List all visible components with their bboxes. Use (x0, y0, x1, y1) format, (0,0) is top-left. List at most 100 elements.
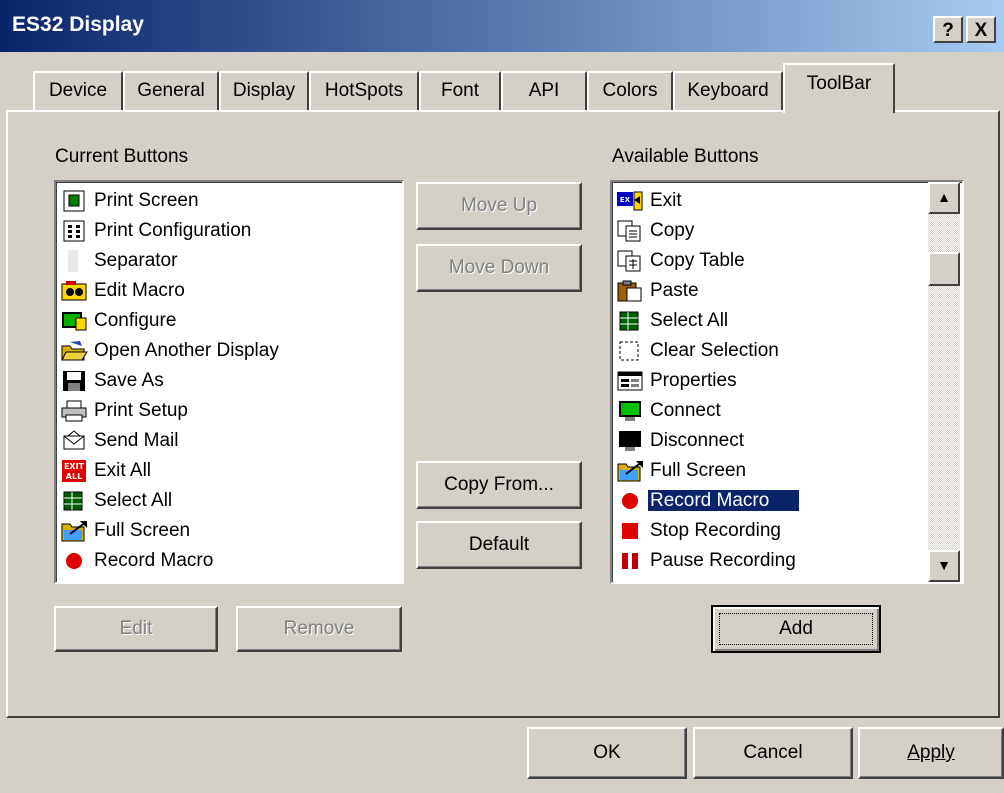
list-item[interactable]: Pause Recording (616, 546, 798, 576)
paste-icon (616, 280, 644, 302)
available-buttons-list[interactable]: EX Exit Copy Copy Table Paste Select All Clear… (610, 180, 964, 584)
configure-icon (60, 310, 88, 332)
svg-text:EXIT: EXIT (64, 462, 85, 471)
list-item-label: Stop Recording (650, 520, 781, 541)
list-item[interactable]: Print Setup (60, 396, 190, 426)
tab-device[interactable]: Device (33, 71, 123, 111)
full-screen-icon (616, 460, 644, 482)
list-item[interactable]: Record Macro (60, 546, 215, 576)
tab-general[interactable]: General (123, 71, 219, 111)
list-item[interactable]: Print Configuration (60, 216, 253, 246)
list-item[interactable]: Stop Recording (616, 516, 783, 546)
tab-colors[interactable]: Colors (587, 71, 673, 111)
list-item[interactable]: Clear Selection (616, 336, 781, 366)
tab-keyboard[interactable]: Keyboard (673, 71, 783, 111)
svg-text:EX: EX (620, 196, 631, 204)
list-item[interactable]: Copy (616, 216, 696, 246)
list-item[interactable]: EXIT ALL Exit All (60, 456, 153, 486)
copy-from-button[interactable]: Copy From... (416, 461, 582, 509)
list-item[interactable]: Configure (60, 306, 178, 336)
list-item-label: Open Another Display (94, 340, 279, 361)
close-button[interactable]: X (966, 16, 996, 43)
list-item[interactable]: Record Macro (616, 486, 800, 516)
list-item-label: Pause Recording (650, 550, 796, 571)
scroll-down-icon[interactable]: ▼ (928, 550, 960, 582)
list-item-label: Copy Table (650, 250, 745, 271)
list-item-label: Full Screen (94, 520, 191, 541)
list-item[interactable]: Send Mail (60, 426, 181, 456)
list-item[interactable]: Separator (60, 246, 179, 276)
list-item[interactable]: Full Screen (616, 456, 748, 486)
list-item[interactable]: Edit Macro (60, 276, 187, 306)
connect-icon (616, 400, 644, 422)
select-all-icon (616, 310, 644, 332)
list-item[interactable]: Select All (616, 306, 730, 336)
list-item[interactable]: Full Screen (60, 516, 192, 546)
clear-selection-icon (616, 340, 644, 362)
ok-button[interactable]: OK (527, 727, 687, 779)
list-item-label: Clear Selection (650, 340, 779, 361)
available-buttons-label: Available Buttons (612, 146, 759, 167)
tab-hotspots[interactable]: HotSpots (309, 71, 419, 111)
full-screen-icon (60, 520, 88, 542)
copy-icon (616, 220, 644, 242)
print-screen-icon (60, 190, 88, 212)
move-down-button[interactable]: Move Down (416, 244, 582, 292)
window-title: ES32 Display (12, 13, 144, 36)
list-item-label: Exit All (94, 460, 152, 481)
remove-button[interactable]: Remove (236, 606, 402, 652)
list-item-label: Connect (650, 400, 721, 421)
list-item-label: Edit Macro (94, 280, 185, 301)
edit-button[interactable]: Edit (54, 606, 218, 652)
title-bar (0, 0, 1004, 52)
list-item-label: Record Macro (648, 490, 800, 511)
list-item-label: Print Setup (94, 400, 188, 421)
current-buttons-list[interactable]: Print Screen Print Configuration Separator… (54, 180, 404, 584)
list-item-label: Disconnect (650, 430, 744, 451)
edit-macro-icon (60, 280, 88, 302)
list-item-label: Print Screen (94, 190, 199, 211)
printer-icon (60, 400, 88, 422)
cancel-button[interactable]: Cancel (693, 727, 853, 779)
separator-icon (60, 249, 88, 272)
list-item-label: Select All (94, 490, 173, 511)
list-item-label: Properties (650, 370, 737, 391)
help-button[interactable]: ? (933, 16, 963, 43)
list-item-label: Copy (650, 220, 695, 241)
apply-button[interactable]: Apply (858, 727, 1004, 779)
list-item-label: Send Mail (94, 430, 179, 451)
add-button[interactable]: Add (711, 605, 881, 653)
tab-toolbar[interactable]: ToolBar (783, 63, 895, 113)
tab-font[interactable]: Font (419, 71, 501, 111)
list-item[interactable]: Copy Table (616, 246, 747, 276)
list-item[interactable]: Open Another Display (60, 336, 281, 366)
tab-api[interactable]: API (501, 71, 587, 111)
list-item[interactable]: EX Exit (616, 186, 684, 216)
list-item[interactable]: Print Screen (60, 186, 201, 216)
focus-rect (719, 613, 873, 645)
floppy-icon (60, 370, 88, 392)
svg-text:ALL: ALL (66, 472, 82, 481)
available-scrollbar[interactable]: ▲ ▼ (928, 182, 960, 582)
exit-all-icon: EXIT ALL (60, 459, 88, 482)
apply-button-label: Apply (907, 742, 955, 763)
move-up-button[interactable]: Move Up (416, 182, 582, 230)
list-item-label: Select All (650, 310, 729, 331)
list-item[interactable]: Select All (60, 486, 174, 516)
scroll-up-icon[interactable]: ▲ (928, 182, 960, 214)
list-item[interactable]: Save As (60, 366, 166, 396)
list-item[interactable]: Properties (616, 366, 739, 396)
copy-table-icon (616, 250, 644, 272)
tab-display[interactable]: Display (219, 71, 309, 111)
list-item-label: Print Configuration (94, 220, 252, 241)
list-item-label: Separator (94, 250, 178, 271)
scroll-thumb[interactable] (928, 252, 960, 286)
exit-icon: EX (616, 190, 644, 212)
disconnect-icon (616, 430, 644, 452)
list-item[interactable]: Paste (616, 276, 701, 306)
list-item-label: Exit (650, 190, 682, 211)
default-button[interactable]: Default (416, 521, 582, 569)
list-item[interactable]: Disconnect (616, 426, 746, 456)
current-buttons-label: Current Buttons (55, 146, 189, 167)
list-item[interactable]: Connect (616, 396, 723, 426)
